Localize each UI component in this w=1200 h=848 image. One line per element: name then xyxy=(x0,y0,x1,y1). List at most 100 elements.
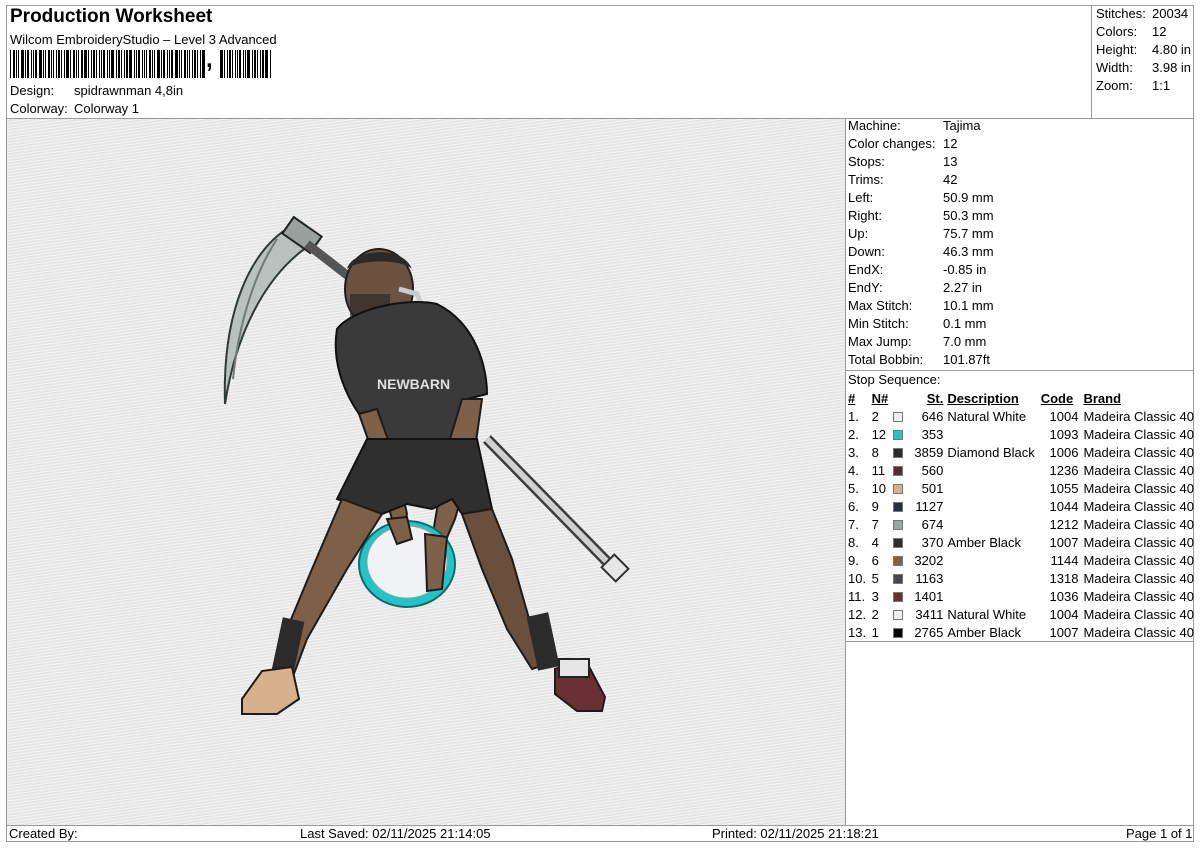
info-label: Max Stitch: xyxy=(848,298,913,313)
svg-text:NEWBARN: NEWBARN xyxy=(377,376,450,392)
row-swatch xyxy=(891,461,909,479)
row-swatch xyxy=(891,623,909,641)
row-description: Diamond Black xyxy=(947,444,1035,460)
created-by: Created By: xyxy=(9,826,78,841)
row-stitches: 1401 xyxy=(914,588,944,604)
colorway-name: Colorway 1 xyxy=(74,101,140,116)
info-row: Up: 75.7 mm xyxy=(848,226,1188,244)
row-swatch xyxy=(891,569,909,587)
stat-row: Stitches: 20034 xyxy=(1094,6,1194,24)
info-row: Left: 50.9 mm xyxy=(848,190,1188,208)
row-code: 1093 xyxy=(1049,426,1079,442)
row-description xyxy=(947,551,1040,569)
row-description xyxy=(947,461,1040,479)
row-stitches: 3411 xyxy=(915,606,944,622)
stat-label: Colors: xyxy=(1096,24,1138,39)
stat-value: 12 xyxy=(1152,24,1167,39)
info-label: Max Jump: xyxy=(848,334,912,349)
color-swatch xyxy=(892,556,903,567)
row-index: 3. xyxy=(848,444,859,460)
table-row: 8. 4 370 Amber Black 1007 Madeira Classic 40 xyxy=(846,533,1194,551)
row-needle: 5 xyxy=(871,570,879,586)
row-code: 1004 xyxy=(1049,408,1079,424)
table-row: 10. 5 1163 1318 Madeira Classic 40 xyxy=(846,569,1194,587)
table-row: 11. 3 1401 1036 Madeira Classic 40 xyxy=(846,587,1194,605)
row-needle: 11 xyxy=(871,462,886,478)
printed-date: Printed: 02/11/2025 21:18:21 xyxy=(712,826,879,841)
info-value: 13 xyxy=(943,154,958,169)
row-description: Amber Black xyxy=(947,624,1022,640)
info-value: 0.1 mm xyxy=(943,316,987,331)
row-description xyxy=(947,569,1040,587)
stats-divider xyxy=(1091,5,1092,118)
stat-value: 3.98 in xyxy=(1152,60,1192,75)
stat-row: Zoom: 1:1 xyxy=(1094,78,1194,96)
row-stitches: 501 xyxy=(921,480,944,496)
row-brand: Madeira Classic 40 xyxy=(1083,498,1194,514)
page-title: Production Worksheet xyxy=(10,6,213,27)
colorway-label: Colorway: xyxy=(10,101,68,116)
info-row: Right: 50.3 mm xyxy=(848,208,1188,226)
info-label: Machine: xyxy=(848,118,901,133)
row-needle: 8 xyxy=(871,444,879,460)
row-index: 5. xyxy=(848,480,859,496)
row-stitches: 353 xyxy=(921,426,944,442)
row-brand: Madeira Classic 40 xyxy=(1083,570,1194,586)
stat-value: 1:1 xyxy=(1152,78,1171,93)
info-value: 50.3 mm xyxy=(943,208,994,223)
row-stitches: 3859 xyxy=(914,444,944,460)
table-row: 3. 8 3859 Diamond Black 1006 Madeira Classic … xyxy=(846,443,1194,461)
row-needle: 6 xyxy=(871,552,879,568)
row-stitches: 646 xyxy=(921,408,944,424)
design-preview: NEWBARN xyxy=(7,119,845,825)
table-row: 6. 9 1127 1044 Madeira Classic 40 xyxy=(846,497,1194,515)
row-description xyxy=(947,515,1040,533)
row-code: 1055 xyxy=(1049,480,1079,496)
row-index: 1. xyxy=(848,408,859,424)
table-row: 7. 7 674 1212 Madeira Classic 40 xyxy=(846,515,1194,533)
row-code: 1006 xyxy=(1049,444,1079,460)
row-swatch xyxy=(891,443,909,461)
row-brand: Madeira Classic 40 xyxy=(1083,426,1194,442)
row-swatch xyxy=(891,533,909,551)
row-swatch xyxy=(891,551,909,569)
row-code: 1036 xyxy=(1049,588,1079,604)
row-swatch xyxy=(891,425,909,443)
row-code: 1212 xyxy=(1049,516,1079,532)
row-needle: 7 xyxy=(871,516,879,532)
stat-label: Height: xyxy=(1096,42,1138,57)
barcode xyxy=(10,50,271,78)
table-row: 12. 2 3411 Natural White 1004 Madeira Classic… xyxy=(846,605,1194,623)
info-value: 7.0 mm xyxy=(943,334,987,349)
info-label: Trims: xyxy=(848,172,884,187)
info-value: -0.85 in xyxy=(943,262,987,277)
stop-sequence-title: Stop Sequence: xyxy=(848,372,941,387)
color-swatch xyxy=(892,430,903,441)
table-row: 13. 1 2765 Amber Black 1007 Madeira Classic 4… xyxy=(846,623,1194,641)
info-divider xyxy=(845,370,1194,371)
row-index: 8. xyxy=(848,534,859,550)
row-stitches: 1163 xyxy=(915,570,944,586)
info-label: Left: xyxy=(848,190,874,205)
row-index: 2. xyxy=(848,426,859,442)
stat-value: 4.80 in xyxy=(1152,42,1192,57)
info-value: 46.3 mm xyxy=(943,244,994,259)
row-swatch xyxy=(891,605,909,623)
info-label: Down: xyxy=(848,244,885,259)
stat-value: 20034 xyxy=(1152,6,1189,21)
row-stitches: 1127 xyxy=(915,498,944,514)
column-header-needle: N# xyxy=(871,390,889,406)
info-label: EndY: xyxy=(848,280,883,295)
design-stats: Stitches: 20034 Colors: 12 Height: 4.80 in … xyxy=(1094,6,1194,96)
column-header-code: Code xyxy=(1040,390,1074,406)
sequence-divider xyxy=(845,641,1194,642)
info-row: Min Stitch: 0.1 mm xyxy=(848,316,1188,334)
row-swatch xyxy=(891,587,909,605)
stat-row: Width: 3.98 in xyxy=(1094,60,1194,78)
row-needle: 10 xyxy=(871,480,887,496)
row-needle: 4 xyxy=(871,534,879,550)
info-row: Total Bobbin: 101.87ft xyxy=(848,352,1188,370)
row-brand: Madeira Classic 40 xyxy=(1083,534,1194,550)
info-label: Right: xyxy=(848,208,882,223)
table-row: 4. 11 560 1236 Madeira Classic 40 xyxy=(846,461,1194,479)
